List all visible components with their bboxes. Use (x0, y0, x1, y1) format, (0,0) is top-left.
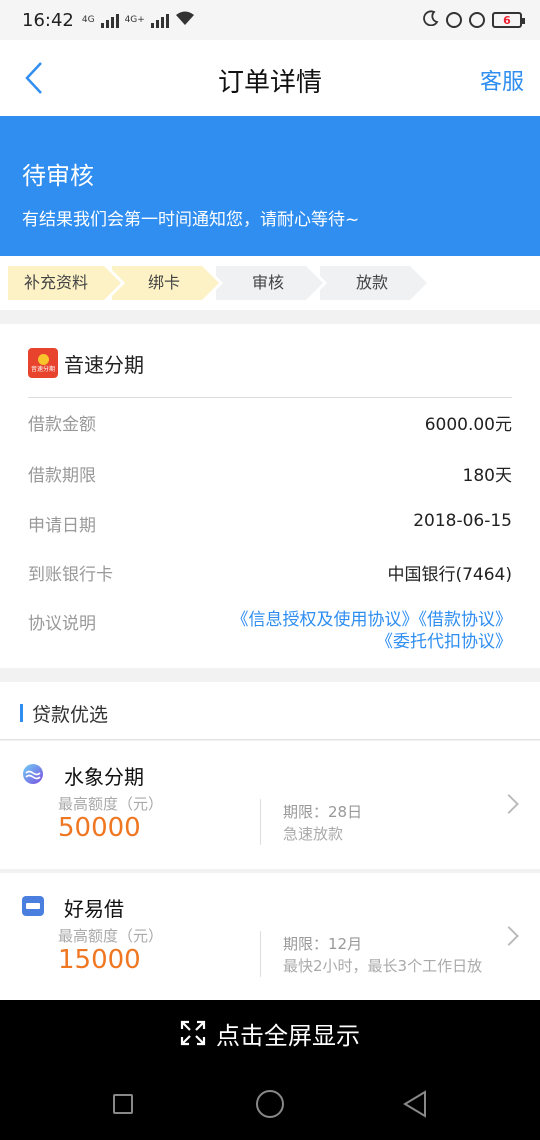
signal-icon-2 (150, 12, 169, 28)
fullscreen-button[interactable]: 点击全屏显示 (0, 1000, 540, 1066)
lock-rotation-icon (446, 12, 462, 28)
home-icon[interactable] (256, 1090, 284, 1118)
network-type-label: 4G (81, 14, 95, 25)
loan-max-label: 最高额度（元） (58, 795, 164, 813)
loan-feature: 最快2小时，最长3个工作日放 (283, 957, 483, 975)
order-details-card: 音速分期 音速分期 借款金额 6000.00元 借款期限 180天 申请日期 2… (0, 324, 540, 668)
moon-icon (423, 10, 439, 30)
lender-brand: 音速分期 音速分期 (28, 348, 144, 378)
expand-icon (180, 1020, 206, 1046)
step-label: 绑卡 (147, 273, 180, 292)
loan-product-card[interactable]: 水象分期 最高额度（元） 50000 期限：28日 急速放款 (0, 741, 540, 869)
agreement-link-line2[interactable]: 《委托代扣协议》 (192, 631, 512, 653)
step-disburse: 放款 (320, 266, 427, 300)
wifi-icon (175, 10, 195, 30)
loan-feature: 急速放款 (283, 825, 344, 843)
status-bar: 16:42 4G 4G+ 6 (0, 0, 540, 40)
divider (260, 931, 261, 977)
alarm-icon (469, 12, 485, 28)
detail-label: 借款期限 (28, 466, 96, 486)
step-supplement-info: 补充资料 (8, 266, 125, 300)
recommend-title: 贷款优选 (32, 704, 109, 726)
loan-term: 期限：28日 (283, 803, 363, 821)
detail-value: 中国银行(7464) (387, 565, 512, 585)
detail-label: 到账银行卡 (28, 565, 113, 585)
chevron-right-icon (499, 794, 519, 814)
step-review: 审核 (216, 266, 327, 300)
loan-name: 好易借 (64, 897, 124, 921)
status-icons-right: 6 (423, 10, 525, 30)
detail-label: 申请日期 (28, 516, 96, 536)
progress-steps: 补充资料 绑卡 审核 放款 (0, 256, 540, 310)
section-accent-bar (20, 704, 23, 722)
status-subtitle: 有结果我们会第一时间通知您，请耐心等待~ (22, 210, 360, 230)
status-banner: 待审核 有结果我们会第一时间通知您，请耐心等待~ (0, 116, 540, 256)
page-title: 订单详情 (217, 68, 322, 98)
loan-name: 水象分期 (64, 765, 144, 789)
status-time: 16:42 (22, 9, 74, 31)
recent-apps-icon[interactable] (113, 1094, 133, 1114)
step-label: 放款 (355, 273, 388, 292)
step-bind-card: 绑卡 (112, 266, 223, 300)
haoyijie-logo-icon (22, 896, 44, 916)
network-type-label-2: 4G+ (124, 14, 145, 25)
agreement-link-line1[interactable]: 《信息授权及使用协议》《借款协议》 (192, 609, 513, 631)
yinsu-logo-icon: 音速分期 (28, 348, 58, 378)
loan-amount: 50000 (58, 813, 141, 843)
divider (28, 397, 512, 398)
battery-icon: 6 (492, 12, 525, 28)
loan-max-label: 最高额度（元） (58, 927, 164, 945)
status-icons-left: 4G 4G+ (82, 10, 195, 30)
loan-term: 期限：12月 (283, 935, 363, 953)
detail-label: 协议说明 (28, 614, 96, 634)
divider (260, 799, 261, 845)
fullscreen-label: 点击全屏显示 (216, 1021, 360, 1050)
detail-label: 借款金额 (28, 415, 96, 435)
back-triangle-icon[interactable] (402, 1090, 428, 1118)
status-title: 待审核 (22, 162, 94, 190)
recommend-section-header: 贷款优选 (0, 682, 540, 740)
detail-value: 6000.00元 (424, 415, 512, 435)
water-elephant-logo-icon (23, 764, 43, 784)
lender-name: 音速分期 (64, 352, 144, 377)
chevron-right-icon (499, 926, 519, 946)
customer-service-button[interactable]: 客服 (480, 64, 524, 96)
step-label: 补充资料 (23, 273, 88, 292)
detail-value: 2018-06-15 (413, 511, 512, 531)
loan-amount: 15000 (58, 945, 141, 975)
agreement-links: 《信息授权及使用协议》《借款协议》 《委托代扣协议》 (192, 609, 513, 653)
detail-value: 180天 (462, 466, 512, 486)
system-nav-bar (0, 1066, 540, 1140)
nav-header: 订单详情 客服 (0, 40, 540, 116)
signal-icon (100, 12, 119, 28)
loan-product-card[interactable]: 好易借 最高额度（元） 15000 期限：12月 最快2小时，最长3个工作日放 (0, 873, 540, 1001)
step-label: 审核 (251, 273, 284, 292)
